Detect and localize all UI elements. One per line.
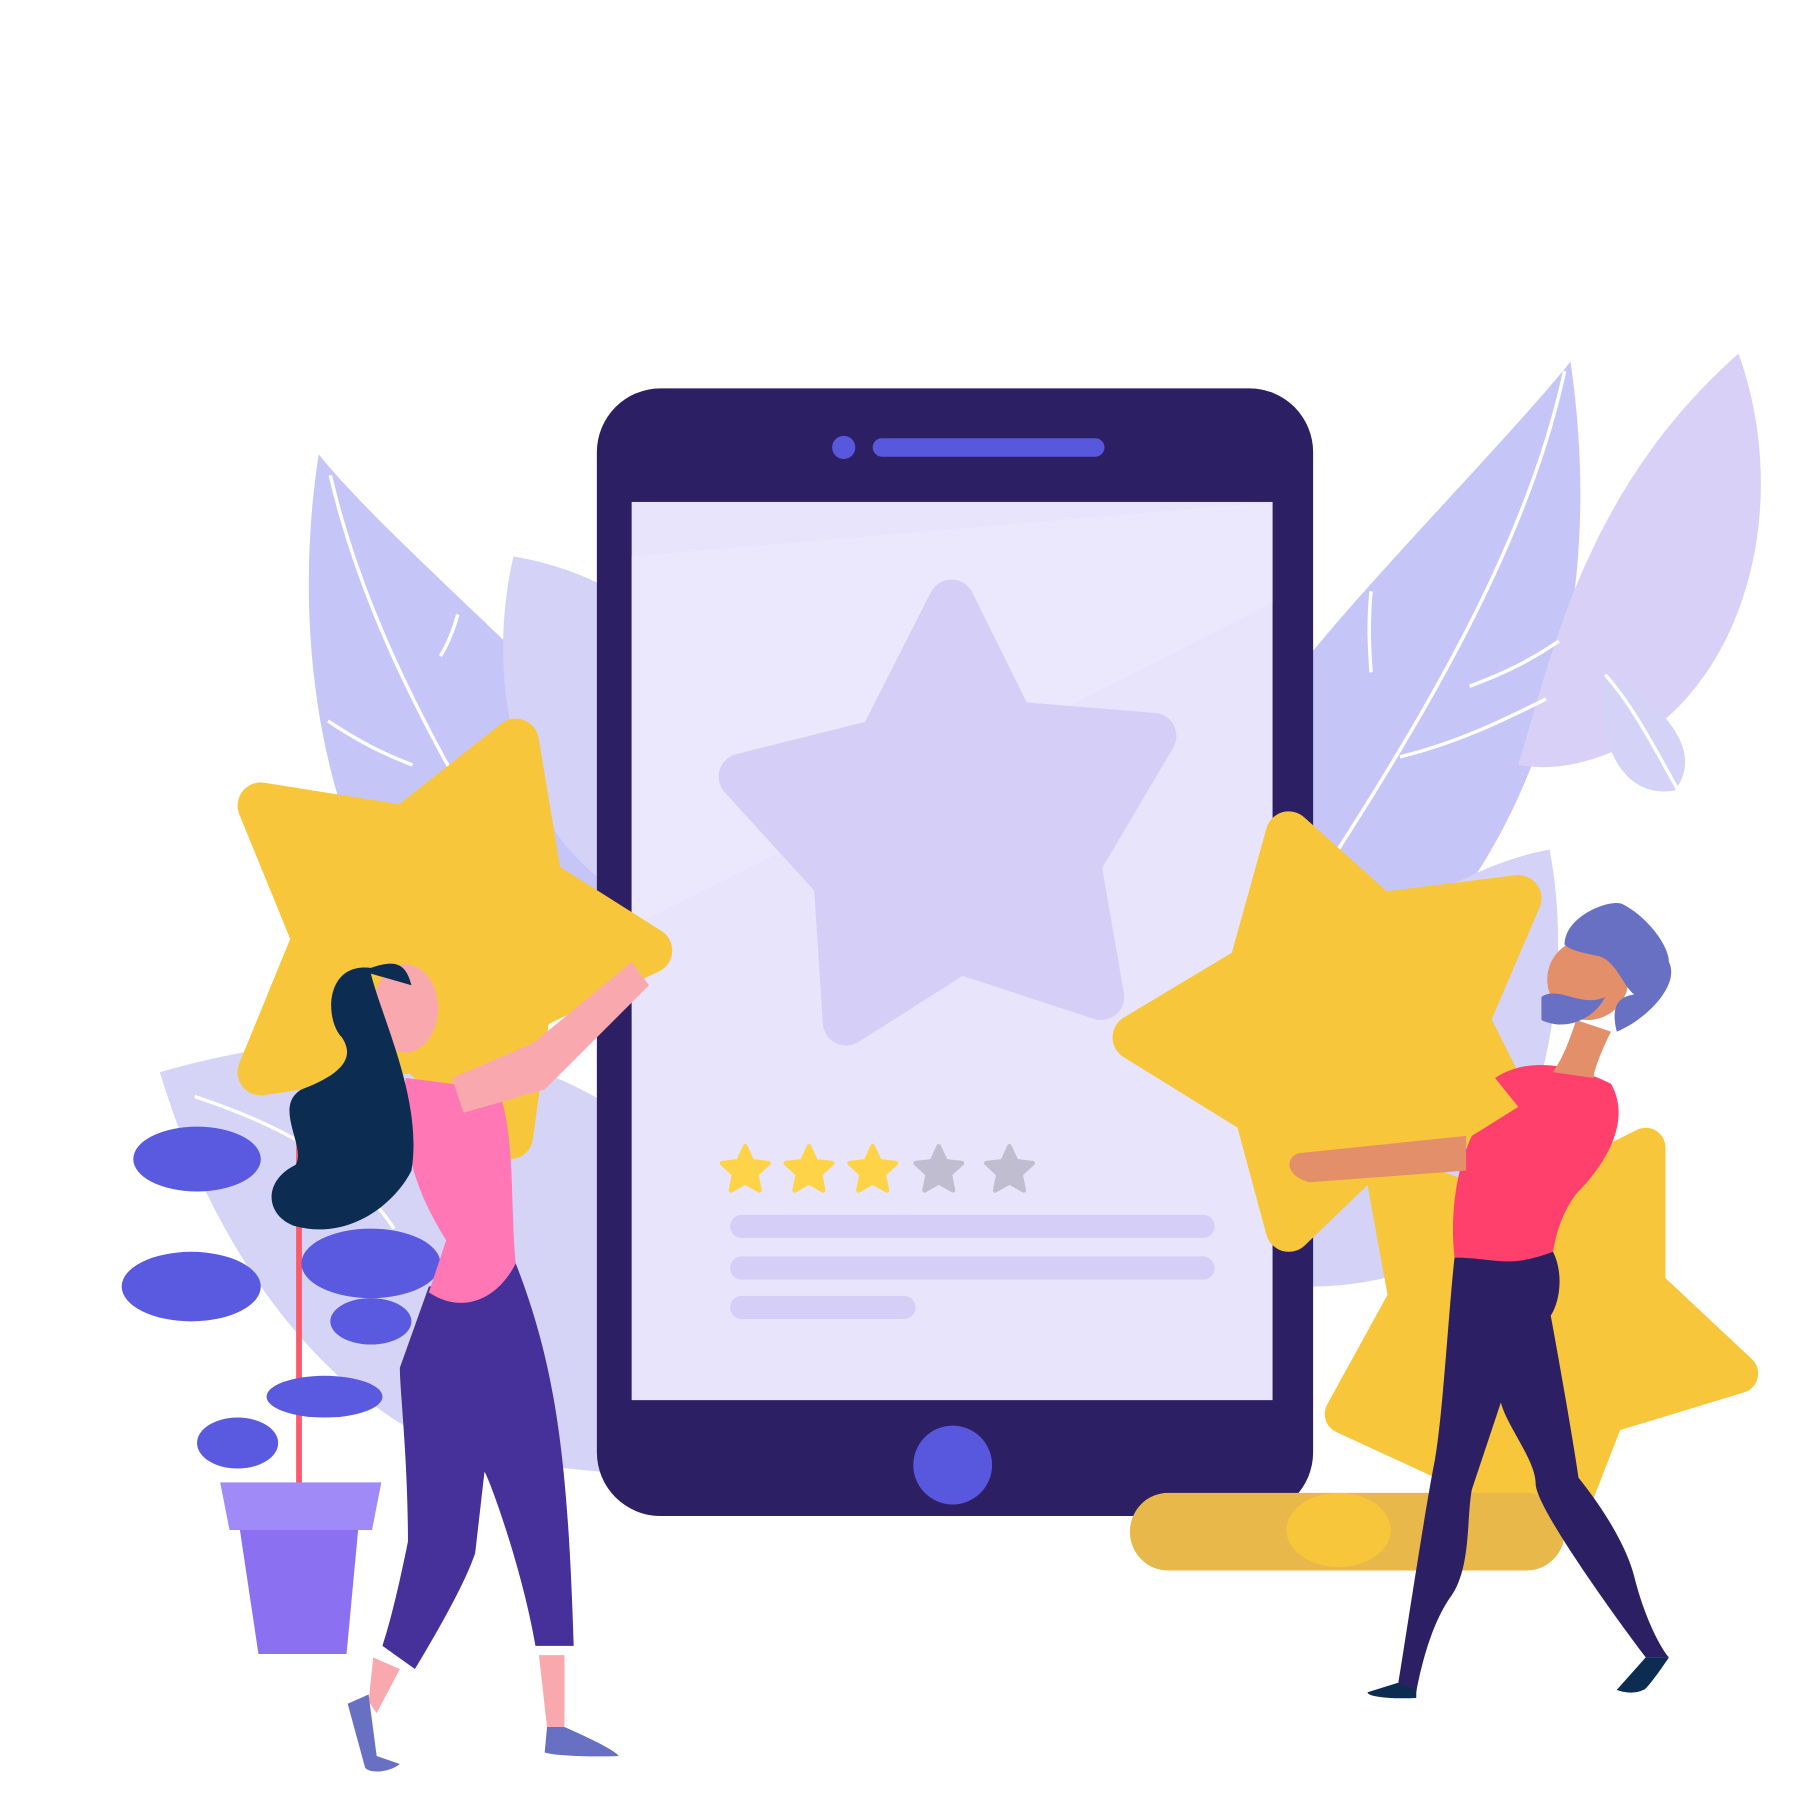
camera-icon (832, 435, 856, 460)
plant-leaf (301, 1228, 441, 1299)
plant-leaf (197, 1417, 279, 1469)
text-line-2 (730, 1256, 1215, 1280)
phone (596, 388, 1314, 1517)
woman-shoe (347, 1694, 619, 1772)
illustration (121, 353, 1761, 1772)
man-neck (1553, 1020, 1611, 1078)
plant-leaf (266, 1375, 383, 1418)
plant-leaf (133, 1126, 261, 1192)
home-button[interactable] (913, 1425, 993, 1505)
speaker-bar (872, 438, 1105, 457)
plant-leaf (330, 1298, 412, 1345)
text-line-1 (730, 1214, 1215, 1238)
pot (239, 1529, 359, 1654)
pot-rim (220, 1482, 382, 1530)
gold-star-lying (1130, 1492, 1565, 1571)
woman-leg (368, 1655, 565, 1727)
plant-leaf (121, 1251, 261, 1322)
text-line-3 (730, 1295, 916, 1320)
